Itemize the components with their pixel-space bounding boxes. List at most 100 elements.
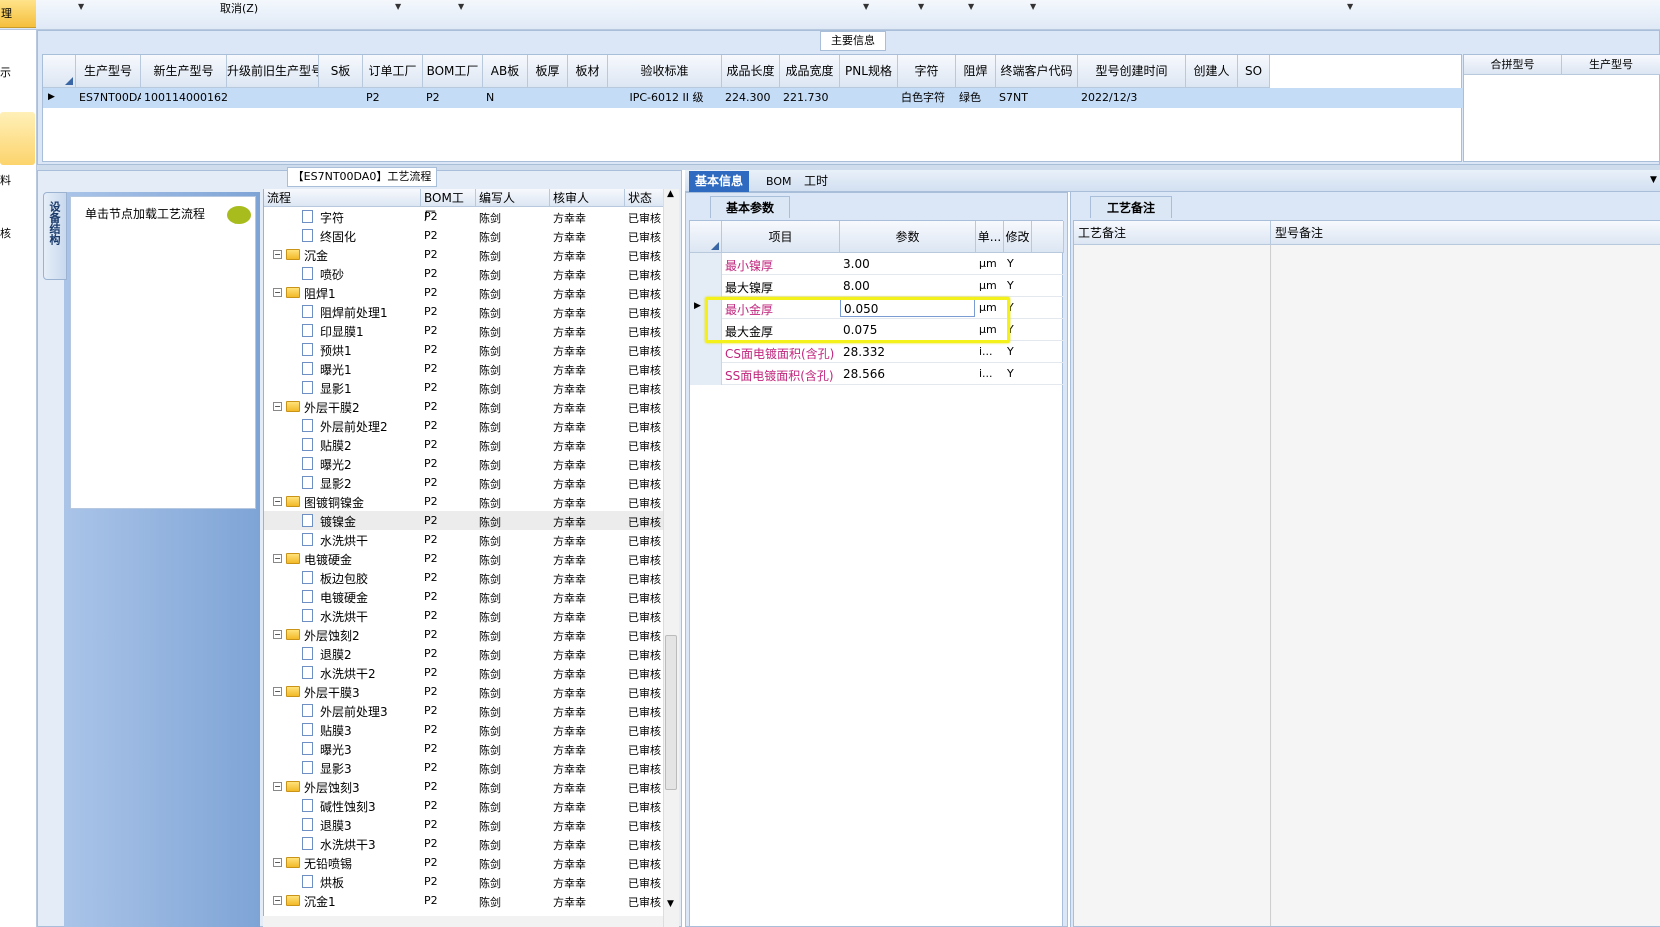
column-header[interactable]: S板 xyxy=(319,55,363,88)
dropdown-arrow-icon[interactable]: ▼ xyxy=(863,2,869,11)
dropdown-arrow-icon[interactable]: ▼ xyxy=(458,2,464,11)
column-header[interactable]: 验收标准 xyxy=(608,55,722,88)
tree-row[interactable]: 电镀硬金 P2 陈剑 方幸幸 已审核 xyxy=(264,587,664,606)
table-cell[interactable]: ES7NT00DA0 xyxy=(76,88,141,108)
table-cell[interactable]: 224.300 xyxy=(722,88,780,108)
tree-row[interactable]: − 无铅喷锡 P2 陈剑 方幸幸 已审核 xyxy=(264,853,664,872)
tree-row[interactable]: 显影3 P2 陈剑 方幸幸 已审核 xyxy=(264,758,664,777)
column-header[interactable]: 板材 xyxy=(568,55,608,88)
table-cell[interactable] xyxy=(528,88,568,108)
tree-row[interactable]: 显影2 P2 陈剑 方幸幸 已审核 xyxy=(264,473,664,492)
left-nav-item-highlight[interactable] xyxy=(0,112,35,165)
tree-row[interactable]: − 外层蚀刻3 P2 陈剑 方幸幸 已审核 xyxy=(264,777,664,796)
left-nav-active[interactable]: 理 xyxy=(0,0,36,28)
tab-basic-info[interactable]: 基本信息 xyxy=(689,171,750,192)
column-header[interactable]: PNL规格 xyxy=(840,55,898,88)
table-cell[interactable]: P2 xyxy=(423,88,483,108)
collapse-icon[interactable]: − xyxy=(273,497,282,506)
tree-row[interactable]: 退膜3 P2 陈剑 方幸幸 已审核 xyxy=(264,815,664,834)
column-header[interactable]: 状态 xyxy=(625,189,664,207)
tree-row[interactable]: 水洗烘干 P2 陈剑 方幸幸 已审核 xyxy=(264,530,664,549)
column-header[interactable]: 生产型号 xyxy=(76,55,141,88)
column-header[interactable]: 生产型号 xyxy=(1562,55,1660,75)
tree-row[interactable]: 外层前处理3 P2 陈剑 方幸幸 已审核 xyxy=(264,701,664,720)
tree-row[interactable]: 字符 P2 陈剑 方幸幸 已审核 xyxy=(264,207,664,226)
table-cell[interactable] xyxy=(319,88,363,108)
tree-row[interactable]: 退膜2 P2 陈剑 方幸幸 已审核 xyxy=(264,644,664,663)
table-cell[interactable]: 绿色 xyxy=(956,88,996,108)
tree-row[interactable]: − 沉金1 P2 陈剑 方幸幸 已审核 xyxy=(264,891,664,910)
table-cell[interactable] xyxy=(568,88,608,108)
tree-row[interactable]: 印显膜1 P2 陈剑 方幸幸 已审核 xyxy=(264,321,664,340)
tree-row[interactable]: − 图镀铜镍金 P2 陈剑 方幸幸 已审核 xyxy=(264,492,664,511)
tree-row[interactable]: 喷砂 P2 陈剑 方幸幸 已审核 xyxy=(264,264,664,283)
tree-row[interactable]: 水洗烘干2 P2 陈剑 方幸幸 已审核 xyxy=(264,663,664,682)
table-cell[interactable] xyxy=(1186,88,1238,108)
tree-row[interactable]: − 外层干膜3 P2 陈剑 方幸幸 已审核 xyxy=(264,682,664,701)
column-header[interactable]: 阻焊 xyxy=(956,55,996,88)
table-cell[interactable]: 白色字符 xyxy=(898,88,956,108)
table-cell[interactable]: IPC-6012 II 级 xyxy=(608,88,722,108)
param-row[interactable]: CS面电镀面积(含孔) 28.332 i... Y xyxy=(690,341,1064,363)
collapse-icon[interactable]: − xyxy=(273,554,282,563)
left-nav-item[interactable]: 核 xyxy=(0,225,15,241)
column-header[interactable]: AB板 xyxy=(483,55,528,88)
tab-menu-icon[interactable]: ▼ xyxy=(1650,175,1657,185)
column-header[interactable]: 参数 xyxy=(840,221,976,253)
tree-row[interactable]: 水洗烘干3 P2 陈剑 方幸幸 已审核 xyxy=(264,834,664,853)
param-row[interactable]: 最大镍厚 8.00 μm Y xyxy=(690,275,1064,297)
collapse-icon[interactable]: − xyxy=(273,288,282,297)
vertical-scrollbar[interactable]: ▲ ▼ xyxy=(663,189,679,927)
tree-row[interactable]: 曝光2 P2 陈剑 方幸幸 已审核 xyxy=(264,454,664,473)
tree-row[interactable]: 阻焊前处理1 P2 陈剑 方幸幸 已审核 xyxy=(264,302,664,321)
scrollbar-thumb[interactable] xyxy=(665,635,677,790)
tree-row[interactable]: − 外层干膜2 P2 陈剑 方幸幸 已审核 xyxy=(264,397,664,416)
scroll-down-icon[interactable]: ▼ xyxy=(667,899,674,909)
column-header[interactable]: 订单工厂 xyxy=(363,55,423,88)
tree-row[interactable]: 镀镍金 P2 陈剑 方幸幸 已审核 xyxy=(264,511,664,530)
tree-row[interactable]: − 阻焊1 P2 陈剑 方幸幸 已审核 xyxy=(264,283,664,302)
dropdown-arrow-icon[interactable]: ▼ xyxy=(395,2,401,11)
collapse-icon[interactable]: − xyxy=(273,630,282,639)
tree-row[interactable]: 显影1 P2 陈剑 方幸幸 已审核 xyxy=(264,378,664,397)
tree-row[interactable]: 外层前处理2 P2 陈剑 方幸幸 已审核 xyxy=(264,416,664,435)
table-cell[interactable]: 2022/12/3 xyxy=(1078,88,1186,108)
collapse-icon[interactable]: − xyxy=(273,402,282,411)
column-header[interactable]: 终端客户代码 xyxy=(996,55,1078,88)
column-header[interactable]: 创建人 xyxy=(1186,55,1238,88)
column-header[interactable]: 板厚 xyxy=(528,55,568,88)
collapse-icon[interactable]: − xyxy=(273,858,282,867)
column-header[interactable]: BOM工厂 xyxy=(421,189,476,223)
column-header[interactable]: 单... xyxy=(976,221,1004,253)
horizontal-scrollbar[interactable] xyxy=(263,916,663,927)
table-cell[interactable]: P2 xyxy=(363,88,423,108)
column-header[interactable]: 编写人 xyxy=(476,189,550,207)
tab-bom[interactable]: BOM xyxy=(760,171,798,192)
tree-row[interactable]: 贴膜3 P2 陈剑 方幸幸 已审核 xyxy=(264,720,664,739)
param-row[interactable]: 最小镍厚 3.00 μm Y xyxy=(690,253,1064,275)
tree-row[interactable]: 曝光1 P2 陈剑 方幸幸 已审核 xyxy=(264,359,664,378)
column-header[interactable]: 字符 xyxy=(898,55,956,88)
column-header[interactable]: 修改 xyxy=(1004,221,1032,253)
column-header[interactable]: 升级前旧生产型号 xyxy=(227,55,319,88)
collapse-icon[interactable]: − xyxy=(273,250,282,259)
column-header[interactable]: 新生产型号 xyxy=(141,55,227,88)
param-value-field[interactable]: 8.00 xyxy=(840,277,975,295)
table-cell[interactable]: 10011400016281 xyxy=(141,88,227,108)
collapse-icon[interactable]: − xyxy=(273,896,282,905)
tree-row[interactable]: 贴膜2 P2 陈剑 方幸幸 已审核 xyxy=(264,435,664,454)
tree-row[interactable]: 烘板 P2 陈剑 方幸幸 已审核 xyxy=(264,872,664,891)
column-header[interactable]: 核审人 xyxy=(550,189,625,207)
table-cell[interactable]: 221.730 xyxy=(780,88,840,108)
collapse-icon[interactable]: − xyxy=(273,687,282,696)
tab-work-hours[interactable]: 工时 xyxy=(798,171,834,192)
param-value-field[interactable]: 28.566 xyxy=(840,365,975,383)
dropdown-arrow-icon[interactable]: ▼ xyxy=(1030,2,1036,11)
tab-process-remarks[interactable]: 工艺备注 xyxy=(1090,196,1172,218)
column-header[interactable]: 成品宽度 xyxy=(780,55,840,88)
dropdown-arrow-icon[interactable]: ▼ xyxy=(918,2,924,11)
column-header[interactable]: 合拼型号 xyxy=(1464,55,1562,75)
tree-row[interactable]: − 电镀硬金 P2 陈剑 方幸幸 已审核 xyxy=(264,549,664,568)
tab-basic-params[interactable]: 基本参数 xyxy=(710,196,790,218)
param-row[interactable]: SS面电镀面积(含孔) 28.566 i... Y xyxy=(690,363,1064,385)
